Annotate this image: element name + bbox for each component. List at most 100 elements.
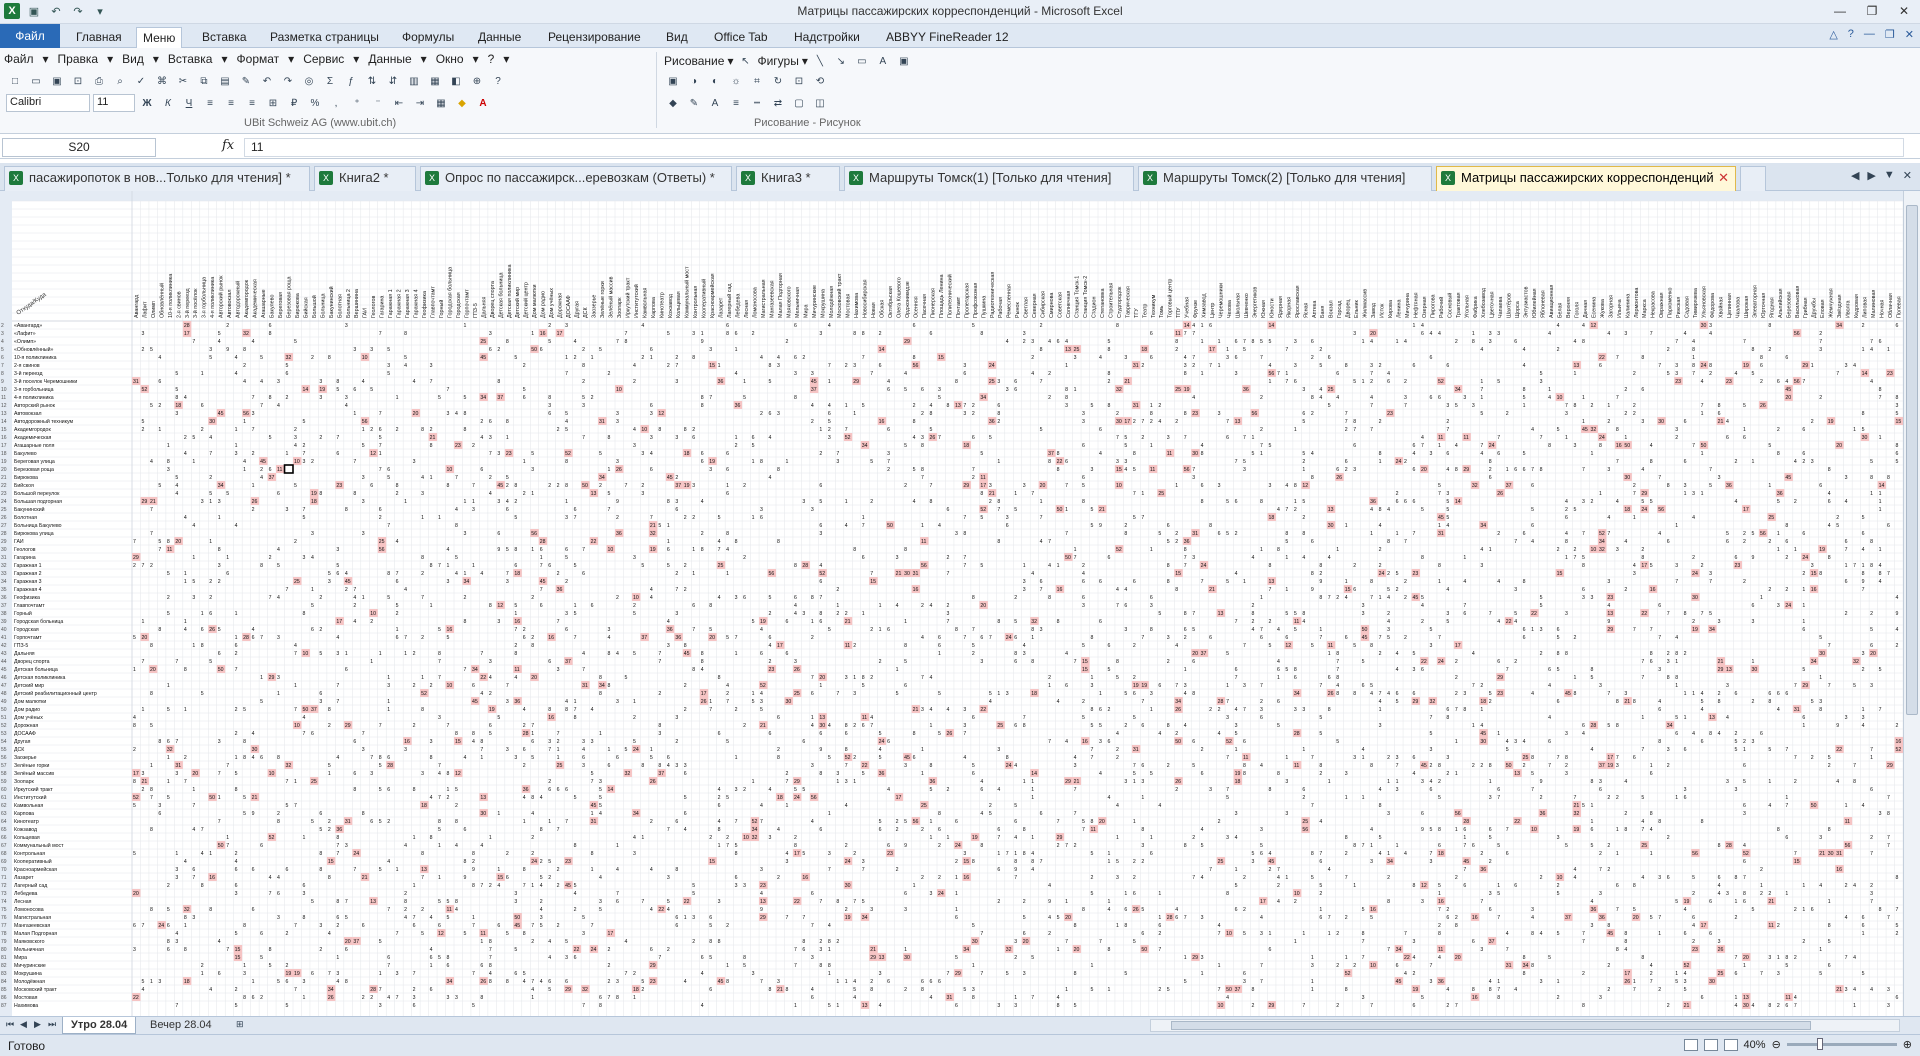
color-icon[interactable]: ◑ [685, 72, 703, 90]
doc-tab-4[interactable]: X Книга3 * [736, 166, 840, 191]
autosum-icon[interactable]: Σ [321, 72, 339, 90]
menu-window[interactable]: Окно [436, 52, 464, 66]
compress-icon[interactable]: ⊡ [790, 72, 808, 90]
line-style-icon[interactable]: ≡ [727, 94, 745, 112]
crop-icon[interactable]: ⌗ [748, 72, 766, 90]
picture-icon[interactable]: ▣ [895, 52, 913, 70]
sort-asc-icon[interactable]: ⇅ [363, 72, 381, 90]
tab-office-tab[interactable]: Office Tab [708, 27, 774, 47]
font-size-select[interactable]: 11 [93, 94, 135, 112]
tab-file[interactable]: Файл [0, 24, 60, 48]
doc-tab-5[interactable]: X Маршруты Томск(1) [Только для чтения] [844, 166, 1134, 191]
tab-review[interactable]: Рецензирование [542, 27, 647, 47]
dash-style-icon[interactable]: ┅ [748, 94, 766, 112]
percent-icon[interactable]: % [306, 94, 324, 112]
zoom-icon[interactable]: ⊕ [468, 72, 486, 90]
sort-desc-icon[interactable]: ⇵ [384, 72, 402, 90]
shadow-icon[interactable]: ▢ [790, 94, 808, 112]
cut-icon[interactable]: ✂ [174, 72, 192, 90]
tab-abbyy[interactable]: ABBYY FineReader 12 [880, 27, 1015, 47]
copy-icon[interactable]: ⧉ [195, 72, 213, 90]
formula-input[interactable]: 11 [244, 138, 1904, 157]
doc-tab-6[interactable]: X Маршруты Томск(2) [Только для чтения] [1138, 166, 1432, 191]
font-name-select[interactable]: Calibri [6, 94, 90, 112]
arrow-icon[interactable]: ↘ [832, 52, 850, 70]
3d-icon[interactable]: ◫ [811, 94, 829, 112]
textbox-icon[interactable]: ▭ [853, 52, 871, 70]
doc-tab-2[interactable]: X Книга2 * [314, 166, 416, 191]
doc-tab-active[interactable]: X Матрицы пассажирских корреспонденций ✕ [1436, 166, 1736, 191]
spelling-icon[interactable]: ✓ [132, 72, 150, 90]
menu-help[interactable]: ? [488, 52, 495, 66]
print-preview-icon[interactable]: ⌕ [111, 72, 129, 90]
select-pointer-icon[interactable]: ↖ [736, 52, 754, 70]
underline-icon[interactable]: Ч [180, 94, 198, 112]
menu-format[interactable]: Формат [237, 52, 280, 66]
drawing-icon[interactable]: ◧ [447, 72, 465, 90]
italic-icon[interactable]: К [159, 94, 177, 112]
tab-insert[interactable]: Вставка [196, 27, 253, 47]
menu-data[interactable]: Данные [368, 52, 411, 66]
decrease-decimal-icon[interactable]: ⁻ [369, 94, 387, 112]
doc-close-icon[interactable]: ✕ [1905, 28, 1914, 41]
insert-picture-icon[interactable]: ▣ [664, 72, 682, 90]
contrast-icon[interactable]: ◐ [706, 72, 724, 90]
brightness-icon[interactable]: ☼ [727, 72, 745, 90]
research-icon[interactable]: ⌘ [153, 72, 171, 90]
currency-icon[interactable]: ₽ [285, 94, 303, 112]
tab-view[interactable]: Вид [660, 27, 694, 47]
align-right-icon[interactable]: ≡ [243, 94, 261, 112]
restore-icon[interactable]: ❐ [1856, 0, 1888, 22]
merge-center-icon[interactable]: ⊞ [264, 94, 282, 112]
new-tab-button[interactable] [1740, 166, 1766, 191]
decrease-indent-icon[interactable]: ⇤ [390, 94, 408, 112]
borders-icon[interactable]: ▦ [432, 94, 450, 112]
shapes-menu[interactable]: Фигуры [757, 54, 798, 68]
increase-decimal-icon[interactable]: ⁺ [348, 94, 366, 112]
chart-icon[interactable]: ▥ [405, 72, 423, 90]
fill-color-icon[interactable]: ◆ [453, 94, 471, 112]
name-box[interactable]: S20 [2, 138, 156, 157]
save-file-icon[interactable]: ▣ [48, 72, 66, 90]
spreadsheet-grid[interactable]: Откуда/Куда Авангард Лафит Олимп Обновлённый… [0, 191, 1920, 1016]
tab-close-all-icon[interactable]: ✕ [1903, 169, 1912, 182]
function-icon[interactable]: ƒ [342, 72, 360, 90]
align-center-icon[interactable]: ≡ [222, 94, 240, 112]
wordart-icon[interactable]: A [874, 52, 892, 70]
toolbar-undo-icon[interactable]: ↶ [258, 72, 276, 90]
tab-scroll-right-icon[interactable]: ▶ [1867, 169, 1875, 182]
font-color-icon[interactable]: A [474, 94, 492, 112]
hyperlink-icon[interactable]: ◎ [300, 72, 318, 90]
map-icon[interactable]: ▦ [426, 72, 444, 90]
doc-tab-1[interactable]: Xпасажиропоток в нов...Только для чтения… [4, 166, 310, 191]
thousands-icon[interactable]: , [327, 94, 345, 112]
line-color-icon[interactable]: ✎ [685, 94, 703, 112]
doc-tab-3[interactable]: X Опрос по пассажирск...еревозкам (Ответы… [420, 166, 732, 191]
text-color-icon[interactable]: A [706, 94, 724, 112]
minimize-icon[interactable]: — [1824, 0, 1856, 22]
menu-file[interactable]: Файл [4, 52, 34, 66]
menu-insert[interactable]: Вставка [168, 52, 213, 66]
paste-icon[interactable]: ▤ [216, 72, 234, 90]
print-icon[interactable]: ⎙ [90, 72, 108, 90]
arrow-style-icon[interactable]: ⇄ [769, 94, 787, 112]
minimize-ribbon-icon[interactable]: △ [1829, 28, 1837, 41]
bold-icon[interactable]: Ж [138, 94, 156, 112]
menu-service[interactable]: Сервис [303, 52, 344, 66]
grid-canvas[interactable]: Откуда/Куда Авангард Лафит Олимп Обновлённый… [0, 191, 1904, 1016]
tab-menu[interactable]: Меню [136, 27, 183, 48]
line-icon[interactable]: ╲ [811, 52, 829, 70]
tab-formulas[interactable]: Формулы [396, 27, 460, 47]
menu-edit[interactable]: Правка [58, 52, 99, 66]
tab-list-icon[interactable]: ▼ [1884, 169, 1895, 182]
tab-scroll-left-icon[interactable]: ◀ [1851, 169, 1859, 182]
help-icon[interactable]: ? [1848, 28, 1854, 41]
drawing-menu[interactable]: Рисование [664, 54, 724, 68]
rotate-icon[interactable]: ↻ [769, 72, 787, 90]
increase-indent-icon[interactable]: ⇥ [411, 94, 429, 112]
menu-view[interactable]: Вид [122, 52, 144, 66]
close-icon[interactable]: ✕ [1888, 0, 1920, 22]
tab-addins[interactable]: Надстройки [788, 27, 866, 47]
tab-data[interactable]: Данные [472, 27, 527, 47]
align-left-icon[interactable]: ≡ [201, 94, 219, 112]
